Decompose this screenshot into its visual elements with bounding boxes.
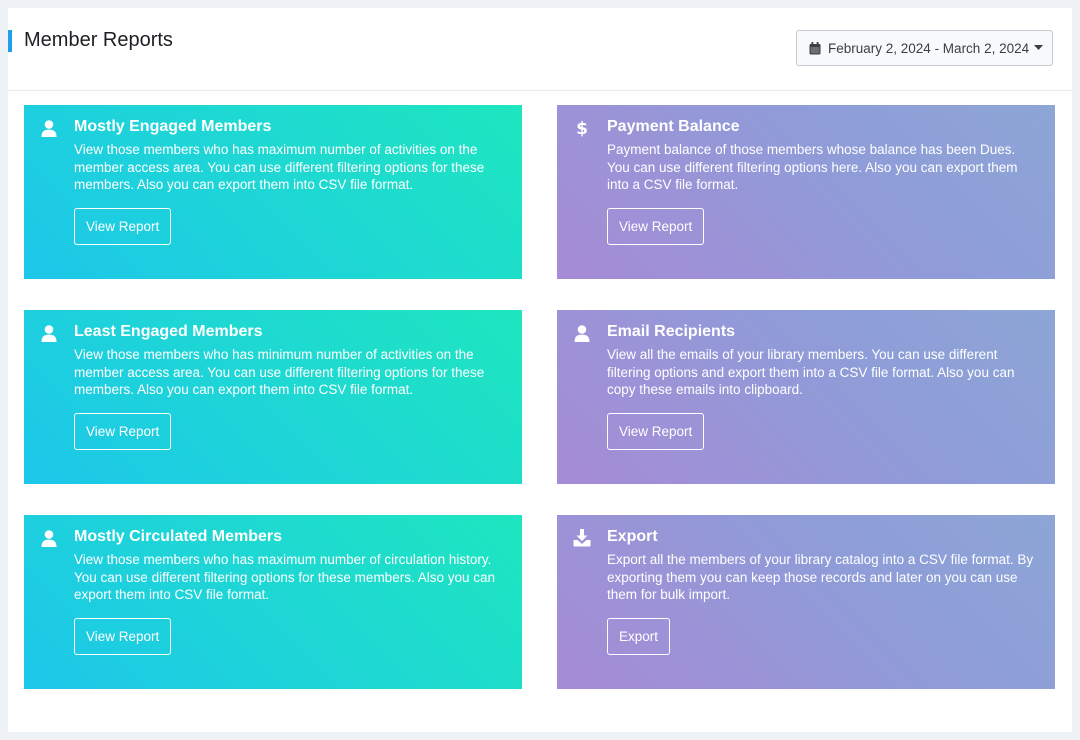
title-accent-bar bbox=[8, 30, 12, 52]
report-card-payment-balance: $ Payment Balance Payment balance of tho… bbox=[557, 105, 1055, 279]
card-description: View all the emails of your library memb… bbox=[607, 347, 1015, 397]
card-title: Mostly Circulated Members bbox=[74, 528, 283, 545]
card-title: Export bbox=[607, 528, 658, 545]
user-icon bbox=[40, 119, 58, 137]
dollar-icon: $ bbox=[573, 119, 591, 137]
calendar-icon bbox=[809, 41, 821, 55]
card-title: Payment Balance bbox=[607, 118, 740, 135]
view-report-button[interactable]: View Report bbox=[607, 413, 705, 450]
card-description: View those members who has maximum numbe… bbox=[74, 142, 485, 192]
user-icon bbox=[40, 324, 58, 342]
report-card-mostly-circulated: Mostly Circulated Members View those mem… bbox=[24, 515, 522, 689]
card-description: Payment balance of those members whose b… bbox=[607, 142, 1018, 192]
view-report-button[interactable]: View Report bbox=[74, 413, 172, 450]
user-icon bbox=[573, 324, 591, 342]
report-card-least-engaged: Least Engaged Members View those members… bbox=[24, 310, 522, 484]
card-description: View those members who has maximum numbe… bbox=[74, 552, 495, 602]
download-icon bbox=[573, 529, 591, 547]
caret-down-icon bbox=[1034, 45, 1044, 51]
card-title: Mostly Engaged Members bbox=[74, 118, 272, 135]
report-card-export: Export Export all the members of your li… bbox=[557, 515, 1055, 689]
page-title: Member Reports bbox=[24, 29, 173, 51]
card-description: View those members who has minimum numbe… bbox=[74, 347, 485, 397]
member-reports-panel: Member Reports February 2, 2024 - March … bbox=[8, 8, 1072, 732]
export-button[interactable]: Export bbox=[607, 618, 671, 655]
report-card-email-recipients: Email Recipients View all the emails of … bbox=[557, 310, 1055, 484]
report-card-mostly-engaged: Mostly Engaged Members View those member… bbox=[24, 105, 522, 279]
user-icon bbox=[40, 529, 58, 547]
svg-text:$: $ bbox=[576, 119, 588, 137]
view-report-button[interactable]: View Report bbox=[74, 208, 172, 245]
card-title: Email Recipients bbox=[607, 323, 736, 340]
date-range-text: February 2, 2024 - March 2, 2024 bbox=[828, 40, 1030, 56]
view-report-button[interactable]: View Report bbox=[74, 618, 172, 655]
card-description: Export all the members of your library c… bbox=[607, 552, 1034, 602]
card-title: Least Engaged Members bbox=[74, 323, 263, 340]
page-header: Member Reports February 2, 2024 - March … bbox=[8, 8, 1072, 91]
view-report-button[interactable]: View Report bbox=[607, 208, 705, 245]
date-range-picker[interactable]: February 2, 2024 - March 2, 2024 bbox=[796, 30, 1053, 66]
